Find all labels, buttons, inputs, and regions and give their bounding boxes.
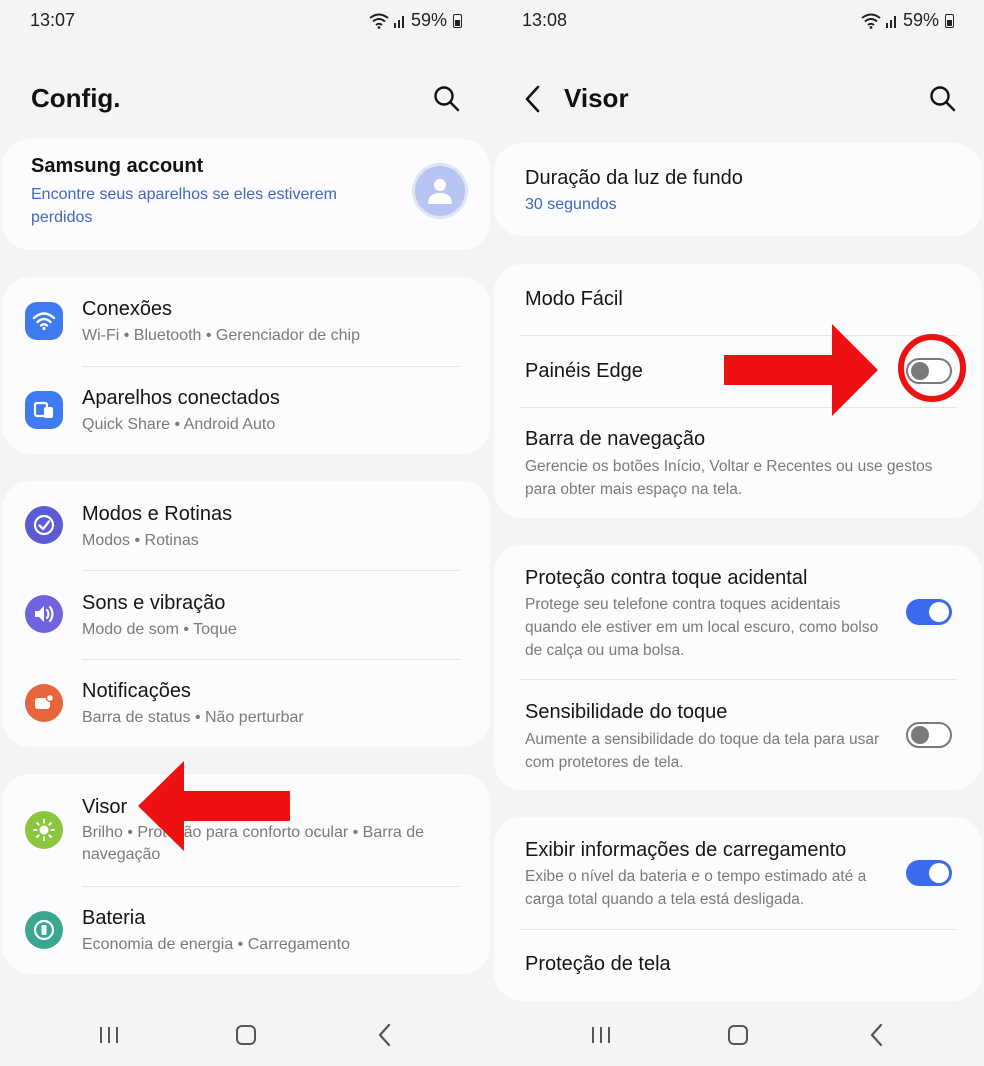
settings-screen: 13:07 59% Config. Samsung account Encont… bbox=[0, 0, 492, 1066]
list-item-charging-info[interactable]: Exibir informações de carregamento Exibe… bbox=[494, 817, 982, 929]
page-title: Config. bbox=[31, 83, 121, 113]
item-subtitle: Barra de status • Não perturbar bbox=[82, 709, 304, 726]
recents-icon[interactable] bbox=[94, 1020, 124, 1050]
item-title: Visor bbox=[82, 796, 128, 818]
modes-icon bbox=[25, 506, 63, 544]
list-item-touch-sensitivity[interactable]: Sensibilidade do toque Aumente a sensibi… bbox=[494, 680, 982, 790]
header: Visor bbox=[492, 78, 984, 120]
accidental-title: Proteção contra toque acidental bbox=[525, 567, 808, 589]
display-group-2: Proteção contra toque acidental Protege … bbox=[494, 545, 982, 790]
avatar[interactable] bbox=[412, 163, 468, 219]
item-title: Bateria bbox=[82, 907, 146, 929]
item-subtitle: Modos • Rotinas bbox=[82, 532, 199, 549]
list-item-screensaver[interactable]: Proteção de tela bbox=[494, 930, 982, 1001]
samsung-account-card[interactable]: Samsung account Encontre seus aparelhos … bbox=[2, 139, 490, 250]
accidental-subtitle: Protege seu telefone contra toques acide… bbox=[525, 596, 879, 659]
nav-bar-title: Barra de navegação bbox=[525, 428, 706, 450]
display-settings-screen: 13:08 59% Visor Duração da luz de fundo … bbox=[492, 0, 984, 1066]
edge-panels-title: Painéis Edge bbox=[525, 360, 643, 382]
item-subtitle: Modo de som • Toque bbox=[82, 621, 237, 638]
list-item-notifications[interactable]: Notificações Barra de status • Não pertu… bbox=[2, 660, 490, 747]
signal-icon bbox=[885, 15, 896, 28]
item-title: Modos e Rotinas bbox=[82, 503, 233, 525]
user-icon bbox=[428, 179, 452, 204]
battery-percent: 59% bbox=[902, 10, 939, 30]
settings-group-connections: Conexões Wi-Fi • Bluetooth • Gerenciador… bbox=[2, 277, 490, 454]
display-group-3: Exibir informações de carregamento Exibe… bbox=[494, 817, 982, 1001]
back-nav-icon[interactable] bbox=[862, 1020, 892, 1050]
search-icon[interactable] bbox=[432, 84, 462, 114]
navigation-bar bbox=[492, 1000, 984, 1066]
account-subtitle: Encontre seus aparelhos se eles estivere… bbox=[31, 186, 337, 226]
status-icons: 59% bbox=[861, 10, 954, 31]
navigation-bar bbox=[0, 1000, 492, 1066]
wifi-icon bbox=[25, 302, 63, 340]
item-title: Conexões bbox=[82, 298, 173, 320]
settings-group-modes: Modos e Rotinas Modos • Rotinas Sons e v… bbox=[2, 481, 490, 747]
sound-icon bbox=[25, 595, 63, 633]
status-icons: 59% bbox=[369, 10, 462, 31]
backlight-duration-card[interactable]: Duração da luz de fundo 30 segundos bbox=[494, 143, 982, 236]
header: Config. bbox=[0, 78, 492, 120]
status-time: 13:07 bbox=[30, 10, 76, 30]
battery-status-icon bbox=[453, 13, 462, 28]
home-icon[interactable] bbox=[231, 1020, 261, 1050]
nav-bar-subtitle: Gerencie os botões Início, Voltar e Rece… bbox=[525, 458, 933, 498]
charging-title: Exibir informações de carregamento bbox=[525, 839, 847, 861]
easy-mode-title: Modo Fácil bbox=[525, 288, 623, 310]
account-title: Samsung account bbox=[31, 155, 204, 177]
charging-info-toggle[interactable] bbox=[906, 860, 952, 886]
screensaver-title: Proteção de tela bbox=[525, 953, 671, 975]
list-item-navigation-bar[interactable]: Barra de navegação Gerencie os botões In… bbox=[494, 408, 982, 518]
battery-status-icon bbox=[945, 13, 954, 28]
battery-icon bbox=[25, 911, 63, 949]
notification-icon bbox=[25, 684, 63, 722]
item-title: Aparelhos conectados bbox=[82, 387, 280, 409]
list-item-sounds[interactable]: Sons e vibração Modo de som • Toque bbox=[2, 571, 490, 660]
sensitivity-subtitle: Aumente a sensibilidade do toque da tela… bbox=[525, 731, 880, 771]
back-nav-icon[interactable] bbox=[370, 1020, 400, 1050]
search-icon[interactable] bbox=[928, 84, 958, 114]
annotation-arrow-left bbox=[138, 761, 290, 851]
item-subtitle: Quick Share • Android Auto bbox=[82, 416, 276, 433]
list-item-connections[interactable]: Conexões Wi-Fi • Bluetooth • Gerenciador… bbox=[2, 277, 490, 366]
item-subtitle: Economia de energia • Carregamento bbox=[82, 936, 350, 953]
back-icon[interactable] bbox=[518, 82, 548, 116]
wifi-status-icon bbox=[861, 13, 881, 29]
touch-sensitivity-toggle[interactable] bbox=[906, 722, 952, 748]
sensitivity-title: Sensibilidade do toque bbox=[525, 701, 728, 723]
status-bar: 13:08 59% bbox=[492, 0, 984, 42]
battery-percent: 59% bbox=[410, 10, 447, 30]
status-bar: 13:07 59% bbox=[0, 0, 492, 42]
accidental-touch-toggle[interactable] bbox=[906, 599, 952, 625]
page-title: Visor bbox=[564, 83, 629, 113]
list-item-battery[interactable]: Bateria Economia de energia • Carregamen… bbox=[2, 887, 490, 974]
brightness-icon bbox=[25, 811, 63, 849]
item-subtitle: Wi-Fi • Bluetooth • Gerenciador de chip bbox=[82, 327, 360, 344]
annotation-arrow-right bbox=[724, 324, 878, 416]
item-title: Notificações bbox=[82, 680, 191, 702]
home-icon[interactable] bbox=[723, 1020, 753, 1050]
devices-icon bbox=[25, 391, 63, 429]
annotation-circle bbox=[898, 334, 966, 402]
recents-icon[interactable] bbox=[586, 1020, 616, 1050]
item-title: Sons e vibração bbox=[82, 592, 226, 614]
status-time: 13:08 bbox=[522, 10, 568, 30]
wifi-status-icon bbox=[369, 13, 389, 29]
signal-icon bbox=[393, 15, 404, 28]
list-item-modes-routines[interactable]: Modos e Rotinas Modos • Rotinas bbox=[2, 481, 490, 570]
backlight-title: Duração da luz de fundo bbox=[525, 167, 743, 189]
list-item-accidental-touch[interactable]: Proteção contra toque acidental Protege … bbox=[494, 545, 982, 679]
list-item-connected-devices[interactable]: Aparelhos conectados Quick Share • Andro… bbox=[2, 367, 490, 454]
charging-subtitle: Exibe o nível da bateria e o tempo estim… bbox=[525, 868, 867, 908]
backlight-value: 30 segundos bbox=[525, 196, 617, 213]
